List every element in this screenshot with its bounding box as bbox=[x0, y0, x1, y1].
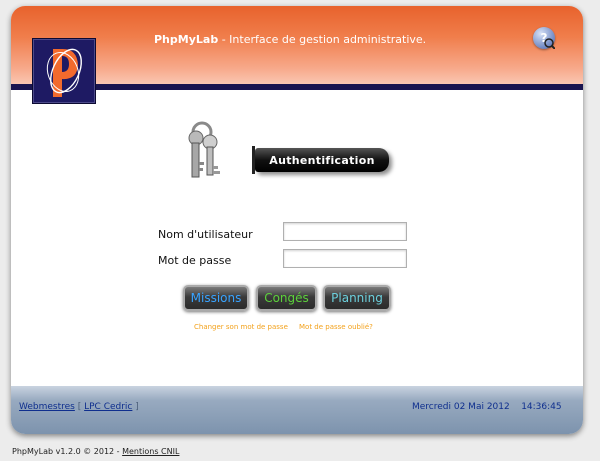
phpmylab-logo-icon bbox=[46, 48, 82, 97]
help-button[interactable]: ? bbox=[533, 27, 556, 50]
forgot-password-link[interactable]: Mot de passe oublié? bbox=[299, 323, 373, 331]
contact-link[interactable]: LPC Cedric bbox=[84, 402, 132, 412]
username-input[interactable] bbox=[283, 222, 407, 241]
keys-icon bbox=[178, 118, 230, 186]
app-subtitle: - Interface de gestion administrative. bbox=[218, 33, 427, 46]
username-label: Nom d'utilisateur bbox=[158, 228, 253, 241]
missions-button[interactable]: Missions bbox=[183, 285, 249, 311]
change-password-link[interactable]: Changer son mot de passe bbox=[194, 323, 288, 331]
login-card bbox=[11, 6, 583, 434]
footer-sep-close: ] bbox=[132, 402, 139, 412]
webmasters-link[interactable]: Webmestres bbox=[19, 402, 75, 412]
footer-sep-open: [ bbox=[74, 402, 85, 412]
auth-banner: Authentification bbox=[252, 146, 389, 174]
password-label: Mot de passe bbox=[158, 254, 232, 267]
phpmylab-logo bbox=[32, 38, 96, 104]
app-name: PhpMyLab bbox=[154, 33, 219, 46]
planning-button[interactable]: Planning bbox=[323, 285, 391, 311]
version-text: PhpMyLab v1.2.0 © 2012 - bbox=[12, 447, 123, 456]
header-divider bbox=[11, 84, 583, 90]
footer-datetime: Mercredi 02 Mai 2012 14:36:45 bbox=[412, 402, 562, 412]
conges-button[interactable]: Congés bbox=[256, 285, 317, 311]
footer-time: 14:36:45 bbox=[521, 402, 562, 412]
app-title: PhpMyLab - Interface de gestion administ… bbox=[154, 33, 426, 46]
footer-date: Mercredi 02 Mai 2012 bbox=[412, 402, 510, 412]
password-input[interactable] bbox=[283, 249, 407, 268]
svg-text:?: ? bbox=[541, 31, 548, 45]
help-icon: ? bbox=[541, 31, 556, 50]
footer-links: Webmestres [ LPC Cedric ] bbox=[19, 402, 139, 412]
version-line: PhpMyLab v1.2.0 © 2012 - Mentions CNIL bbox=[12, 447, 179, 456]
mentions-cnil-link[interactable]: Mentions CNIL bbox=[122, 447, 179, 456]
